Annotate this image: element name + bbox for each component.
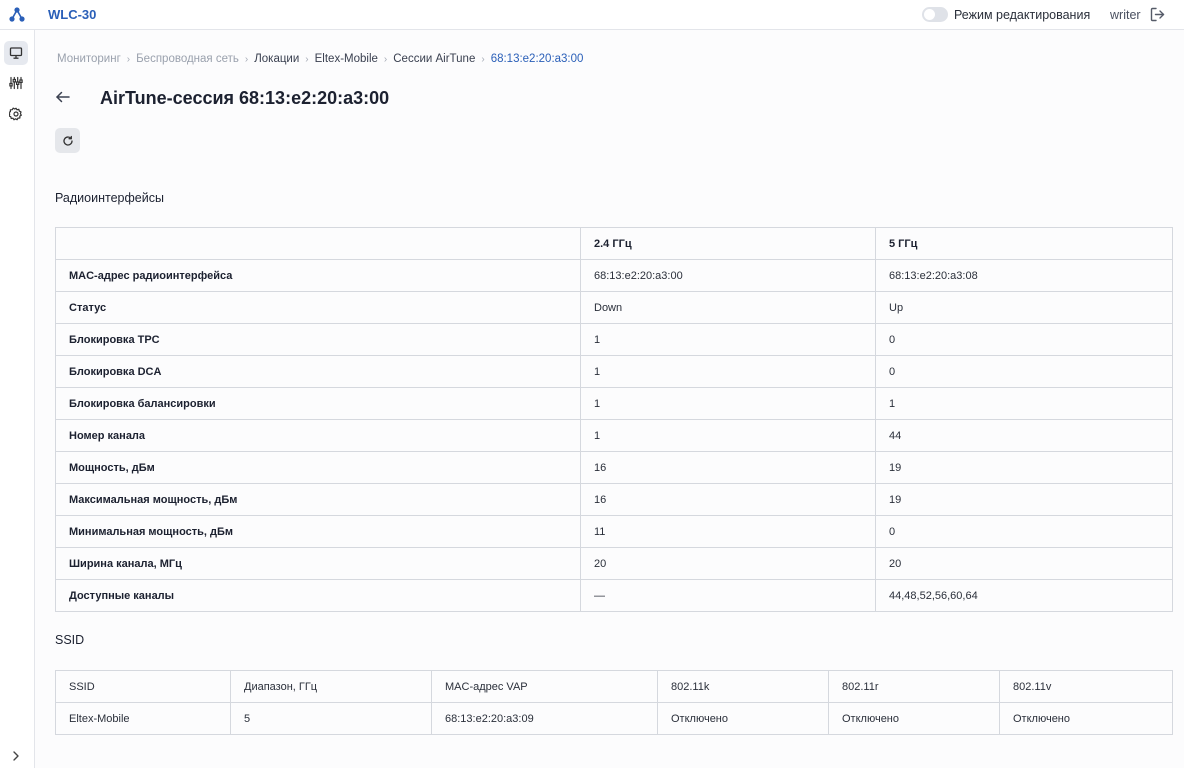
- table-cell: Up: [875, 291, 1173, 324]
- table-row: Блокировка балансировки 1 1: [55, 387, 1173, 420]
- table-cell: 11: [580, 515, 876, 548]
- table-cell: 68:13:e2:20:a3:08: [875, 259, 1173, 292]
- table-row: Eltex-Mobile 5 68:13:e2:20:a3:09 Отключе…: [55, 702, 1173, 735]
- column-header-ssid: SSID: [55, 670, 231, 703]
- table-cell: 68:13:e2:20:a3:09: [431, 702, 658, 735]
- table-cell: 19: [875, 451, 1173, 484]
- column-header-vap-mac: MAC-адрес VAP: [431, 670, 658, 703]
- table-cell: Отключено: [999, 702, 1173, 735]
- table-cell: 20: [580, 547, 876, 580]
- table-cell: 1: [580, 355, 876, 388]
- breadcrumb-item-sessions[interactable]: Сессии AirTune: [393, 53, 475, 65]
- monitor-icon: [9, 47, 23, 59]
- breadcrumb-item-wireless[interactable]: Беспроводная сеть: [136, 53, 239, 65]
- table-row: Статус Down Up: [55, 291, 1173, 324]
- breadcrumb-item-current: 68:13:e2:20:a3:00: [490, 53, 584, 65]
- ssid-table: SSID Диапазон, ГГц MAC-адрес VAP 802.11k…: [55, 670, 1173, 735]
- chevron-right-icon: ›: [244, 53, 249, 65]
- ssid-section-title: SSID: [55, 633, 85, 647]
- table-header-row: SSID Диапазон, ГГц MAC-адрес VAP 802.11k…: [55, 670, 1173, 703]
- app-title[interactable]: WLC-30: [48, 7, 96, 22]
- sidebar-item-system[interactable]: [4, 102, 28, 126]
- breadcrumb-item-monitoring[interactable]: Мониторинг: [57, 53, 121, 65]
- column-header-5ghz: 5 ГГц: [875, 227, 1173, 260]
- table-cell: 1: [875, 387, 1173, 420]
- column-header-80211k: 802.11k: [657, 670, 829, 703]
- table-cell: Down: [580, 291, 876, 324]
- table-cell: 20: [875, 547, 1173, 580]
- table-row: Блокировка DCA 1 0: [55, 355, 1173, 388]
- row-label: Номер канала: [55, 419, 581, 452]
- table-cell: 0: [875, 323, 1173, 356]
- table-row: MAC-адрес радиоинтерфейса 68:13:e2:20:a3…: [55, 259, 1173, 292]
- table-cell: 44,48,52,56,60,64: [875, 579, 1173, 612]
- row-label: Блокировка DCA: [55, 355, 581, 388]
- row-label: Доступные каналы: [55, 579, 581, 612]
- column-header-80211r: 802.11r: [828, 670, 1000, 703]
- chevron-right-icon: ›: [305, 53, 309, 65]
- table-cell: 19: [875, 483, 1173, 516]
- refresh-button[interactable]: [55, 128, 80, 153]
- table-cell: 44: [875, 419, 1173, 452]
- top-bar: WLC-30 Режим редактирования writer: [0, 0, 1184, 30]
- sidebar: [0, 30, 35, 768]
- chevron-right-icon[interactable]: [8, 748, 24, 764]
- row-label: Максимальная мощность, дБм: [55, 483, 581, 516]
- table-cell: 1: [580, 419, 876, 452]
- table-row: Минимальная мощность, дБм 11 0: [55, 515, 1173, 548]
- logo-icon[interactable]: [8, 6, 26, 24]
- chevron-right-icon: ›: [126, 53, 131, 65]
- row-label: Минимальная мощность, дБм: [55, 515, 581, 548]
- row-label: MAC-адрес радиоинтерфейса: [55, 259, 581, 292]
- row-label: Ширина канала, МГц: [55, 547, 581, 580]
- breadcrumb-item-locations[interactable]: Локации: [254, 53, 299, 65]
- breadcrumb: Мониторинг › Беспроводная сеть › Локации…: [57, 53, 583, 65]
- table-row: Блокировка TPC 1 0: [55, 323, 1173, 356]
- table-cell: Отключено: [657, 702, 829, 735]
- table-cell: 68:13:e2:20:a3:00: [580, 259, 876, 292]
- table-row: Мощность, дБм 16 19: [55, 451, 1173, 484]
- column-header: [55, 227, 581, 260]
- radio-interfaces-table: 2.4 ГГц 5 ГГц MAC-адрес радиоинтерфейса …: [55, 227, 1173, 612]
- table-cell: Отключено: [828, 702, 1000, 735]
- column-header-24ghz: 2.4 ГГц: [580, 227, 876, 260]
- table-row: Ширина канала, МГц 20 20: [55, 547, 1173, 580]
- chevron-right-icon: ›: [481, 53, 485, 65]
- page-title: AirTune-сессия 68:13:e2:20:a3:00: [100, 88, 390, 108]
- back-arrow-icon[interactable]: [54, 88, 72, 106]
- table-header-row: 2.4 ГГц 5 ГГц: [55, 227, 1173, 260]
- radio-section-title: Радиоинтерфейсы: [55, 191, 164, 205]
- table-cell: Eltex-Mobile: [55, 702, 231, 735]
- row-label: Блокировка TPC: [55, 323, 581, 356]
- table-cell: 1: [580, 387, 876, 420]
- table-cell: 16: [580, 451, 876, 484]
- equalizer-icon: [9, 76, 23, 90]
- row-label: Блокировка балансировки: [55, 387, 581, 420]
- refresh-icon: [62, 135, 73, 146]
- table-cell: 0: [875, 515, 1173, 548]
- breadcrumb-item-location[interactable]: Eltex-Mobile: [315, 53, 378, 65]
- row-label: Мощность, дБм: [55, 451, 581, 484]
- table-cell: 16: [580, 483, 876, 516]
- edit-mode-label: Режим редактирования: [954, 8, 1091, 22]
- edit-mode-toggle[interactable]: [922, 7, 948, 22]
- gear-icon: [9, 107, 22, 121]
- table-cell: —: [580, 579, 876, 612]
- table-row: Доступные каналы — 44,48,52,56,60,64: [55, 579, 1173, 612]
- sidebar-item-settings-bars[interactable]: [4, 71, 28, 95]
- user-name: writer: [1110, 8, 1141, 22]
- row-label: Статус: [55, 291, 581, 324]
- table-row: Максимальная мощность, дБм 16 19: [55, 483, 1173, 516]
- table-row: Номер канала 1 44: [55, 419, 1173, 452]
- column-header-80211v: 802.11v: [999, 670, 1173, 703]
- sidebar-item-monitoring[interactable]: [4, 41, 28, 65]
- chevron-right-icon: ›: [383, 53, 388, 65]
- table-cell: 0: [875, 355, 1173, 388]
- column-header-band: Диапазон, ГГц: [230, 670, 432, 703]
- logout-icon[interactable]: [1149, 6, 1166, 23]
- table-cell: 5: [230, 702, 432, 735]
- table-cell: 1: [580, 323, 876, 356]
